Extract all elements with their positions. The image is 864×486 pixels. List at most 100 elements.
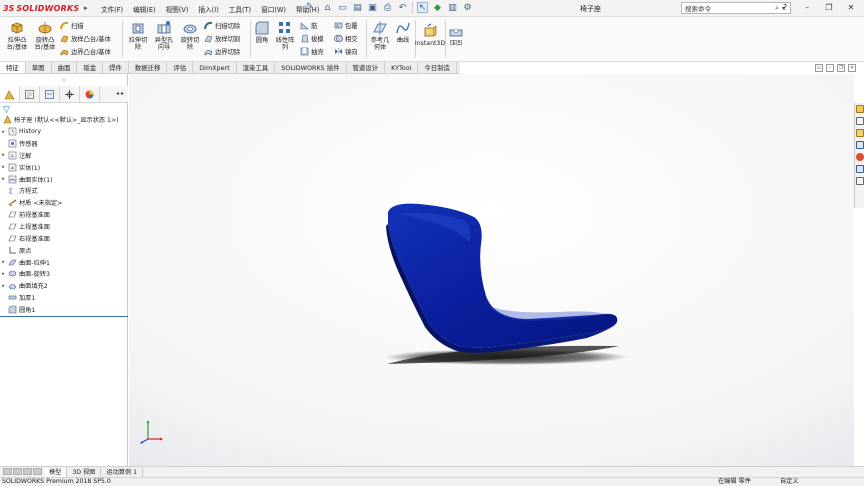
- unit-system-status[interactable]: 自定义: [780, 478, 799, 486]
- loft-boss-button[interactable]: 放样凸台/基体: [60, 34, 111, 43]
- tree-item[interactable]: 右视基准面: [0, 232, 128, 244]
- help-icon[interactable]: ?: [774, 2, 796, 14]
- extrude-boss-button[interactable]: 拉伸凸 台/基体: [3, 20, 31, 51]
- window-minimize-icon[interactable]: –: [826, 64, 834, 72]
- feature-tree-tab[interactable]: [0, 86, 20, 102]
- new-document-icon[interactable]: ▭: [337, 2, 348, 13]
- revolve-boss-button[interactable]: 旋转凸 台/基体: [31, 20, 59, 51]
- view-palette-icon[interactable]: [856, 141, 864, 149]
- panel-grip-handle[interactable]: ◇: [0, 74, 128, 86]
- forum-icon[interactable]: [856, 177, 864, 185]
- tree-item[interactable]: ▸ A 注解: [0, 150, 128, 162]
- tree-item[interactable]: 加厚1: [0, 292, 128, 304]
- tab-today-manufacturing[interactable]: 今日制造: [418, 62, 457, 73]
- extrude-cut-button[interactable]: 拉伸切 除: [125, 20, 151, 51]
- tab-sheet-metal[interactable]: 钣金: [77, 62, 104, 73]
- menu-edit[interactable]: 编辑(E): [128, 3, 161, 15]
- tab-routing[interactable]: 管道设计: [347, 62, 386, 73]
- tab-data-migration[interactable]: 数据迁移: [129, 62, 168, 73]
- undo-icon[interactable]: ↶: [397, 2, 408, 13]
- tree-item[interactable]: 原点: [0, 244, 128, 256]
- mirror-button[interactable]: 镜向: [334, 47, 358, 56]
- tree-item[interactable]: ▸ History: [0, 126, 128, 138]
- print-icon[interactable]: ⎙: [382, 2, 393, 13]
- tab-model[interactable]: 模型: [44, 467, 68, 477]
- search-input[interactable]: 搜索命令: [685, 3, 772, 13]
- tree-item[interactable]: 材质 <未指定>: [0, 197, 128, 209]
- restore-button[interactable]: ❐: [818, 2, 840, 14]
- first-tab-icon[interactable]: [3, 467, 12, 475]
- curves-button[interactable]: 曲线: [393, 20, 413, 44]
- pin-icon[interactable]: ✎: [306, 2, 314, 12]
- rib-button[interactable]: 筋: [300, 21, 317, 30]
- rollback-bar[interactable]: [0, 316, 128, 317]
- expand-arrow-icon[interactable]: ▸: [0, 271, 7, 277]
- solidworks-resources-icon[interactable]: [856, 105, 864, 113]
- tab-sketch[interactable]: 草图: [26, 62, 52, 73]
- swept-cut-button[interactable]: 扫描切除: [204, 21, 240, 30]
- tab-dimxpert[interactable]: DimXpert: [193, 62, 237, 73]
- window-close-icon[interactable]: ×: [848, 64, 856, 72]
- open-folder-icon[interactable]: ▤: [352, 2, 363, 13]
- fillet-button[interactable]: 圆角: [252, 20, 272, 44]
- split-view-icon[interactable]: ▫: [815, 64, 823, 72]
- graphics-area[interactable]: [129, 74, 854, 466]
- reference-geometry-button[interactable]: 参考几 何体: [368, 20, 392, 51]
- boundary-boss-button[interactable]: 边界凸台/基体: [60, 47, 111, 56]
- file-properties-icon[interactable]: ▥: [447, 2, 458, 13]
- select-pointer-icon[interactable]: ↖: [417, 2, 428, 13]
- last-tab-icon[interactable]: [33, 467, 42, 475]
- property-manager-tab[interactable]: [20, 86, 40, 102]
- chevron-right-icon[interactable]: ▸: [121, 90, 124, 97]
- design-library-icon[interactable]: [856, 117, 864, 125]
- tree-item[interactable]: ▸ 曲面填充2: [0, 280, 128, 292]
- tab-navigation-arrows[interactable]: [0, 467, 44, 477]
- next-tab-icon[interactable]: [23, 467, 32, 475]
- indent-button[interactable]: 压凹: [447, 23, 465, 47]
- tab-surfaces[interactable]: 曲面: [52, 62, 78, 73]
- tab-3d-views[interactable]: 3D 视图: [67, 467, 102, 477]
- chevron-left-icon[interactable]: ◂: [116, 90, 119, 97]
- linear-pattern-button[interactable]: 线性阵 列: [273, 20, 297, 51]
- prev-tab-icon[interactable]: [13, 467, 22, 475]
- chair-seat-model[interactable]: [129, 74, 854, 466]
- tree-item[interactable]: ▸ 实体(1): [0, 161, 128, 173]
- appearances-icon[interactable]: [856, 153, 864, 161]
- tree-item[interactable]: 圆角1: [0, 304, 128, 316]
- expand-arrow-icon[interactable]: ▸: [0, 164, 7, 170]
- save-icon[interactable]: ▣: [367, 2, 378, 13]
- tab-weldments[interactable]: 焊件: [103, 62, 129, 73]
- expand-arrow-icon[interactable]: ▸: [0, 152, 7, 158]
- sweep-button[interactable]: 扫描: [60, 21, 84, 30]
- window-restore-icon[interactable]: ❐: [837, 64, 845, 72]
- tab-evaluate[interactable]: 评估: [167, 62, 194, 73]
- close-button[interactable]: ✕: [840, 2, 862, 14]
- tab-motion-study[interactable]: 运动算例 1: [101, 467, 144, 477]
- revolve-cut-button[interactable]: 旋转切 除: [177, 20, 203, 51]
- display-manager-tab[interactable]: [80, 86, 100, 102]
- instant3d-button[interactable]: Instant3D: [415, 23, 445, 47]
- menu-view[interactable]: 视图(V): [161, 3, 194, 15]
- draft-button[interactable]: 拔模: [300, 34, 324, 43]
- custom-properties-icon[interactable]: [856, 165, 864, 173]
- expand-arrow-icon[interactable]: ▸: [0, 176, 7, 182]
- minimize-button[interactable]: –: [796, 2, 818, 14]
- options-gear-icon[interactable]: ⚙: [462, 2, 473, 13]
- dimxpert-manager-tab[interactable]: [60, 86, 80, 102]
- tab-kytool[interactable]: KYTool: [385, 62, 419, 73]
- expand-arrow-icon[interactable]: ▸: [0, 129, 7, 135]
- solidworks-logo[interactable]: 3S SOLIDWORKS: [3, 3, 79, 14]
- tab-render-tools[interactable]: 渲染工具: [237, 62, 276, 73]
- tree-item[interactable]: ▸ 曲面-旋转3: [0, 268, 128, 280]
- wrap-button[interactable]: A 包覆: [334, 21, 358, 30]
- tree-item[interactable]: 前视基准面: [0, 209, 128, 221]
- home-icon[interactable]: ⌂: [322, 2, 333, 13]
- shell-button[interactable]: 抽壳: [300, 47, 324, 56]
- tree-item[interactable]: ▸ 曲面实体(1): [0, 173, 128, 185]
- tree-item[interactable]: Σ 方程式: [0, 185, 128, 197]
- intersect-button[interactable]: 相交: [334, 34, 358, 43]
- hole-wizard-button[interactable]: 异型孔 向导: [151, 20, 177, 51]
- menu-insert[interactable]: 插入(I): [193, 3, 223, 15]
- tab-solidworks-addins[interactable]: SOLIDWORKS 插件: [275, 62, 347, 73]
- rebuild-icon[interactable]: ◆: [432, 2, 443, 13]
